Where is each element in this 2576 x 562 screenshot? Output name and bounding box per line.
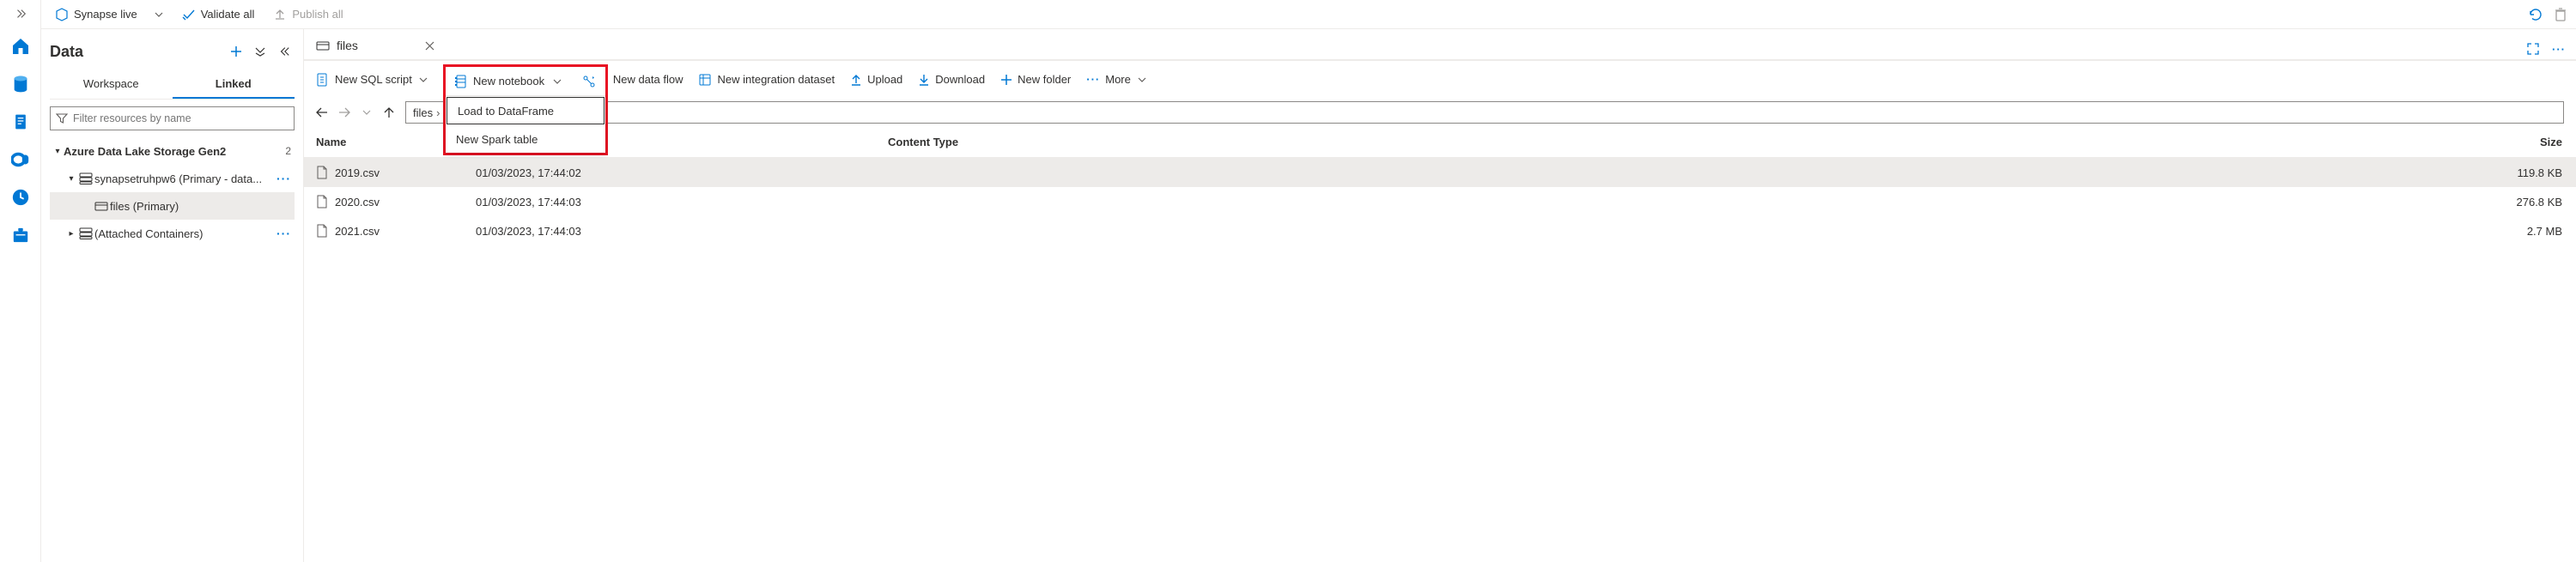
collapse-icon[interactable] — [274, 41, 295, 62]
chevron-down-icon: ▾ — [65, 174, 77, 184]
add-icon[interactable] — [226, 41, 246, 62]
popup-load-to-dataframe[interactable]: Load to DataFrame — [447, 97, 605, 124]
sidebar-title: Data — [50, 43, 222, 61]
new-data-flow-button-partial[interactable] — [582, 75, 596, 88]
tab-more-icon[interactable]: ··· — [2549, 39, 2569, 59]
col-header-size[interactable]: Size — [2464, 136, 2576, 148]
validate-all-button[interactable]: Validate all — [177, 3, 260, 27]
expand-rail-button[interactable] — [7, 5, 34, 22]
notebook-icon — [454, 75, 468, 88]
breadcrumb-separator: › — [436, 106, 440, 119]
file-icon — [316, 166, 328, 179]
plus-icon — [1000, 74, 1012, 86]
editor-tabstrip: files ··· — [304, 29, 2576, 60]
data-sidebar: Data Workspace Linked — [41, 29, 304, 562]
publish-all-button: Publish all — [268, 3, 348, 27]
col-header-content-type[interactable]: Content Type — [888, 136, 2464, 148]
chevron-down-icon — [419, 76, 428, 84]
publish-all-label: Publish all — [292, 8, 343, 21]
branch-selector[interactable]: Synapse live — [50, 3, 168, 27]
rail-monitor-icon[interactable] — [3, 180, 38, 215]
dataset-icon — [698, 73, 712, 87]
tree-container-files[interactable]: files (Primary) — [50, 192, 295, 220]
new-notebook-button[interactable]: New notebook — [446, 67, 605, 96]
file-tab-files[interactable]: files — [307, 32, 443, 59]
rail-manage-icon[interactable] — [3, 218, 38, 252]
close-tab-icon[interactable] — [365, 41, 434, 51]
table-row[interactable]: 2020.csv 01/03/2023, 17:44:03 276.8 KB — [304, 187, 2576, 216]
file-icon — [316, 195, 328, 208]
more-icon: ··· — [1086, 73, 1100, 86]
container-icon — [93, 201, 110, 211]
container-toolbar: New SQL script New notebook — [304, 60, 2576, 98]
filter-input[interactable] — [73, 112, 289, 124]
discard-icon[interactable] — [2554, 7, 2567, 22]
download-icon — [918, 73, 930, 87]
resource-tree: ▾ Azure Data Lake Storage Gen2 2 ▾ synap… — [50, 137, 295, 247]
rail-integrate-icon[interactable] — [3, 142, 38, 177]
nav-up-icon[interactable] — [380, 103, 398, 122]
rail-data-icon[interactable] — [3, 67, 38, 101]
tree-storage-account[interactable]: ▾ synapsetruhpw6 (Primary - data... ··· — [50, 165, 295, 192]
table-row[interactable]: 2021.csv 01/03/2023, 17:44:03 2.7 MB — [304, 216, 2576, 245]
filter-icon — [56, 112, 68, 124]
tree-attached-containers[interactable]: ▸ (Attached Containers) ··· — [50, 220, 295, 247]
content-area: files ··· — [304, 29, 2576, 562]
chevron-down-icon — [553, 77, 562, 86]
download-button[interactable]: Download — [918, 67, 985, 93]
rail-develop-icon[interactable] — [3, 105, 38, 139]
sidebar-tabs: Workspace Linked — [50, 70, 295, 100]
upload-icon — [850, 73, 862, 87]
file-tab-label: files — [337, 39, 358, 52]
nav-forward-icon[interactable] — [335, 103, 354, 122]
chevron-right-icon: ▸ — [65, 229, 77, 239]
chevron-down-icon: ▾ — [52, 147, 64, 156]
tab-linked[interactable]: Linked — [173, 70, 295, 99]
container-icon — [316, 40, 330, 51]
upload-button[interactable]: Upload — [850, 67, 902, 93]
new-sql-script-button[interactable]: New SQL script — [316, 67, 428, 93]
table-row[interactable]: 2019.csv 01/03/2023, 17:44:02 119.8 KB — [304, 158, 2576, 187]
nav-back-icon[interactable] — [313, 103, 331, 122]
left-icon-rail — [0, 0, 41, 562]
top-command-bar: Synapse live Validate all Publish all — [41, 0, 2576, 29]
maximize-icon[interactable] — [2523, 39, 2543, 59]
more-button[interactable]: ··· More — [1086, 67, 1146, 93]
tree-item-more-icon[interactable]: ··· — [273, 172, 295, 185]
new-data-flow-button[interactable]: New data flow — [613, 67, 683, 93]
new-folder-button[interactable]: New folder — [1000, 67, 1071, 93]
validate-all-label: Validate all — [201, 8, 255, 21]
breadcrumb-path[interactable]: files › sa — [405, 101, 2564, 124]
rail-home-icon[interactable] — [3, 29, 38, 63]
file-table-header: Name Content Type Size — [304, 127, 2576, 158]
breadcrumb-row: files › sa — [304, 98, 2576, 127]
dropdown-icon[interactable] — [250, 41, 270, 62]
tree-item-more-icon[interactable]: ··· — [273, 227, 295, 240]
storage-icon — [77, 172, 94, 184]
new-integration-dataset-button[interactable]: New integration dataset — [698, 67, 835, 93]
tree-root-adls[interactable]: ▾ Azure Data Lake Storage Gen2 2 — [50, 137, 295, 165]
chevron-down-icon — [1138, 76, 1146, 84]
data-flow-icon — [582, 75, 596, 88]
file-icon — [316, 224, 328, 238]
nav-history-icon[interactable] — [357, 103, 376, 122]
filter-input-wrapper[interactable] — [50, 106, 295, 130]
popup-new-spark-table[interactable]: New Spark table — [446, 125, 605, 153]
refresh-icon[interactable] — [2528, 7, 2543, 22]
new-notebook-popup: New notebook Load to DataFrame — [443, 64, 608, 155]
file-table: Name Content Type Size 2019.csv 01/03/20… — [304, 127, 2576, 245]
branch-label: Synapse live — [74, 8, 137, 21]
sql-script-icon — [316, 73, 330, 87]
tab-workspace[interactable]: Workspace — [50, 70, 173, 99]
storage-icon — [77, 227, 94, 239]
